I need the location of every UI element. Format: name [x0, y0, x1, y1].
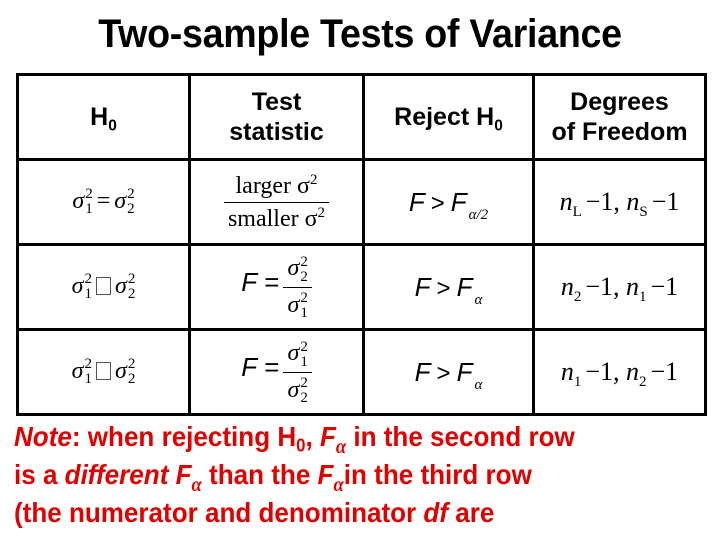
unrendered-symbol-icon [96, 276, 111, 295]
df-cell: n1 −1, n2 −1 [532, 328, 707, 416]
note-line-2: is a different Fα than the Fαin the thir… [14, 459, 532, 496]
table-row: σ21σ22 F = σ21 σ22 F > Fα n1 −1, n2 −1 [16, 328, 707, 416]
statistic-cell: larger σ2 smaller σ2 [188, 158, 365, 246]
sigma-ratio-fraction: σ21 σ22 [283, 338, 312, 406]
header-reject-h0: Reject H0 [362, 73, 535, 161]
h0-cell: σ 2 1 = σ 2 2 [16, 158, 191, 246]
header-degrees-of-freedom: Degrees of Freedom [532, 73, 707, 161]
unrendered-symbol-icon [96, 361, 111, 380]
note-line-1: Note: when rejecting H0, Fα in the secon… [14, 421, 575, 458]
reject-cell: F > Fα [362, 328, 535, 416]
statistic-cell: F = σ22 σ21 [188, 243, 365, 331]
df-cell: n2 −1, n1 −1 [532, 243, 707, 331]
table-header-row: H0 Test statistic Reject H0 Degrees of Fre… [16, 73, 707, 161]
table-row: σ 2 1 = σ 2 2 larger σ2 smaller σ2 F > Fα/2 nL −1… [16, 158, 707, 246]
header-h0: H0 [16, 73, 191, 161]
reject-cell: F > Fα/2 [362, 158, 535, 246]
header-test-statistic: Test statistic [188, 73, 365, 161]
df-cell: nL −1, nS −1 [532, 158, 707, 246]
reject-cell: F > Fα [362, 243, 535, 331]
note-line-3: (the numerator and denominator df are [14, 497, 495, 528]
h0-equal-variances: σ 2 1 = σ 2 2 [72, 186, 135, 217]
h0-cell: σ21σ22 [16, 243, 191, 331]
table-row: σ21σ22 F = σ22 σ21 F > Fα n2 −1, n1 −1 [16, 243, 707, 331]
statistic-cell: F = σ21 σ22 [188, 328, 365, 416]
variance-tests-table: H0 Test statistic Reject H0 Degrees of Fre… [16, 73, 707, 416]
h0-variance-relation: σ21σ22 [71, 356, 136, 387]
h0-variance-relation: σ21σ22 [71, 271, 136, 302]
h0-cell: σ21σ22 [16, 328, 191, 416]
sigma-ratio-fraction: σ22 σ21 [283, 253, 312, 321]
slide-title: Two-sample Tests of Variance [98, 12, 622, 56]
larger-over-smaller-fraction: larger σ2 smaller σ2 [223, 172, 330, 233]
note-text: Note: when rejecting H0, Fα in the secon… [14, 418, 671, 532]
